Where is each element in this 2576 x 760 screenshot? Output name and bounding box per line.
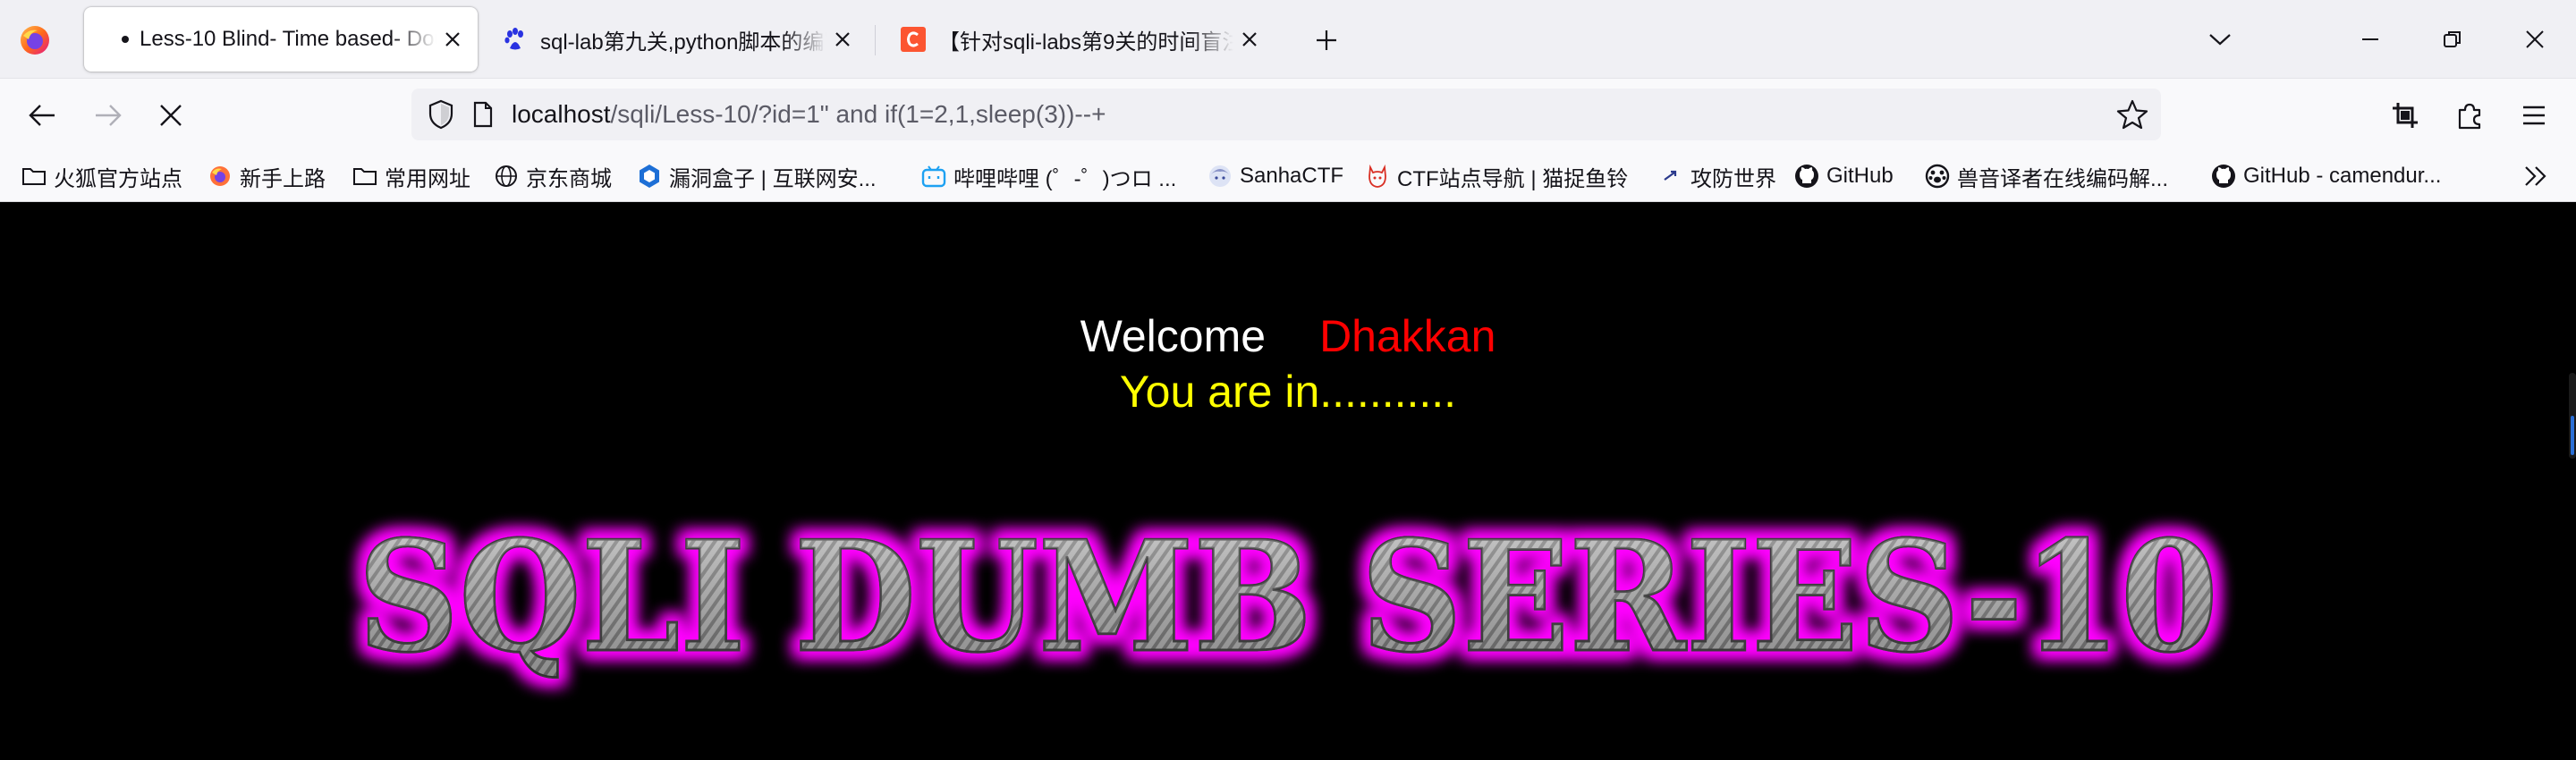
paw-icon — [1925, 164, 1950, 189]
extensions-button[interactable] — [2451, 97, 2488, 134]
bookmark-beast-translator[interactable]: 兽音译者在线编码解... — [1925, 161, 2168, 191]
app-menu-button[interactable] — [2515, 97, 2553, 134]
bookmark-label: 漏洞盒子 | 互联网安... — [669, 166, 877, 191]
close-tab-icon[interactable] — [1233, 23, 1266, 55]
screenshot-button[interactable] — [2386, 97, 2424, 134]
baidu-paw-icon — [504, 28, 523, 50]
forward-button[interactable] — [89, 97, 127, 134]
bookmark-label: GitHub - camendur... — [2243, 164, 2442, 188]
folder-icon — [352, 164, 377, 189]
navigation-toolbar: localhost/sqli/Less-10/?id=1" and if(1=2… — [0, 79, 2576, 150]
tab-csdn[interactable]: 【针对sqli-labs第9关的时间盲注 — [881, 7, 1275, 72]
stop-icon — [160, 105, 182, 126]
bookmark-label: CTF站点导航 | 猫捉鱼铃 — [1397, 166, 1629, 191]
url-text[interactable]: localhost/sqli/Less-10/?id=1" and if(1=2… — [512, 100, 1106, 129]
banner-text-shade: SQLI DUMB SERIES-10 — [358, 508, 2218, 687]
tab-title: Less-10 Blind- Time based- Double Quotes… — [140, 27, 436, 51]
minimize-icon — [2362, 38, 2378, 40]
plus-icon — [1317, 30, 1336, 50]
username-text: Dhakkan — [1319, 311, 1496, 361]
url-bar[interactable]: localhost/sqli/Less-10/?id=1" and if(1=2… — [411, 89, 2161, 140]
arrow-icon — [1658, 164, 1683, 189]
bookmark-label: SanhaCTF — [1240, 164, 1344, 188]
bilibili-icon — [921, 164, 946, 189]
bookmark-github[interactable]: GitHub — [1794, 161, 1894, 191]
close-window-button[interactable] — [2513, 20, 2556, 59]
firefox-menu-icon[interactable] — [18, 23, 52, 57]
url-host: localhost — [512, 100, 611, 128]
csdn-c-icon — [901, 27, 926, 52]
tab-sql-lab[interactable]: sql-lab第九关,python脚本的编写 — [483, 7, 868, 72]
scrollbar[interactable] — [2569, 373, 2576, 459]
sqli-dumb-series-banner: SQLI DUMB SERIES-10 SQLI DUMB SERIES-10 — [357, 507, 2220, 688]
folder-icon — [21, 164, 47, 189]
welcome-line: Welcome Dhakkan — [0, 310, 2576, 362]
bookmark-label: GitHub — [1826, 164, 1894, 188]
new-tab-button[interactable] — [1308, 21, 1345, 59]
tab-title: 【针对sqli-labs第9关的时间盲注 — [938, 30, 1233, 55]
tab-title: sql-lab第九关,python脚本的编写 — [540, 30, 826, 55]
login-status-text: You are in........... — [1119, 367, 1457, 417]
page-info-icon[interactable] — [472, 101, 494, 128]
bookmark-adworld[interactable]: 攻防世界 — [1658, 161, 1776, 191]
bookmark-label: 常用网址 — [385, 166, 470, 191]
bookmark-bilibili[interactable]: 哔哩哔哩 (゜-゜)つロ ... — [921, 161, 1176, 191]
tab-less-10[interactable]: Less-10 Blind- Time based- Double Quotes… — [84, 7, 478, 72]
close-tab-icon[interactable] — [436, 23, 469, 55]
bookmarks-toolbar: 火狐官方站点 新手上路 常用网址 京东商城 漏洞盒子 | 互联网安... 哔哩哔… — [0, 150, 2576, 202]
puzzle-icon — [2458, 103, 2481, 130]
crop-icon — [2393, 103, 2418, 128]
tab-strip: Less-10 Blind- Time based- Double Quotes… — [0, 0, 2576, 79]
url-path: /sqli/Less-10/?id=1" and if(1=2,1,sleep(… — [610, 100, 1106, 128]
double-chevron-right-icon — [2525, 166, 2546, 186]
close-icon — [2526, 30, 2544, 48]
welcome-text: Welcome — [1080, 311, 1267, 361]
cat-icon — [1365, 164, 1390, 189]
chevron-down-icon — [2209, 34, 2231, 46]
restore-icon — [2444, 31, 2461, 47]
github-icon — [2211, 164, 2236, 189]
bookmark-label: 新手上路 — [240, 166, 326, 191]
bookmark-folder-firefox-official[interactable]: 火狐官方站点 — [21, 161, 182, 191]
bookmark-label: 兽音译者在线编码解... — [1957, 166, 2169, 191]
restore-button[interactable] — [2431, 20, 2474, 59]
anime-icon — [1208, 164, 1233, 189]
bookmark-vulbox[interactable]: 漏洞盒子 | 互联网安... — [637, 161, 877, 191]
arrow-left-icon — [29, 105, 55, 126]
bookmark-label: 攻防世界 — [1690, 166, 1776, 191]
close-tab-icon[interactable] — [826, 23, 859, 55]
github-icon — [1794, 164, 1819, 189]
arrow-right-icon — [96, 105, 122, 126]
shield-icon[interactable] — [428, 99, 454, 130]
list-all-tabs-button[interactable] — [2199, 20, 2241, 59]
bookmark-star-icon[interactable] — [2116, 99, 2148, 130]
firefox-icon — [208, 164, 233, 189]
bookmark-label: 火狐官方站点 — [54, 166, 182, 191]
page-content: Welcome Dhakkan You are in........... SQL… — [0, 203, 2576, 760]
bookmarks-overflow-button[interactable] — [2522, 161, 2549, 191]
bookmark-github-camendur[interactable]: GitHub - camendur... — [2211, 161, 2441, 191]
bookmark-label: 京东商城 — [526, 166, 612, 191]
globe-icon — [494, 164, 519, 189]
bookmark-label: 哔哩哔哩 (゜-゜)つロ ... — [953, 166, 1177, 191]
back-button[interactable] — [23, 97, 61, 134]
minimize-button[interactable] — [2349, 20, 2392, 59]
bookmark-sanhactf[interactable]: SanhaCTF — [1208, 161, 1343, 191]
hamburger-menu-icon — [2523, 106, 2545, 125]
bookmark-jd[interactable]: 京东商城 — [494, 161, 612, 191]
hexagon-icon — [637, 164, 662, 189]
bookmark-folder-common-sites[interactable]: 常用网址 — [352, 161, 470, 191]
bookmark-ctf-nav[interactable]: CTF站点导航 | 猫捉鱼铃 — [1365, 161, 1628, 191]
loading-dot-icon — [122, 36, 129, 43]
stop-button[interactable] — [152, 97, 190, 134]
bookmark-getting-started[interactable]: 新手上路 — [208, 161, 326, 191]
tab-separator — [875, 25, 876, 55]
